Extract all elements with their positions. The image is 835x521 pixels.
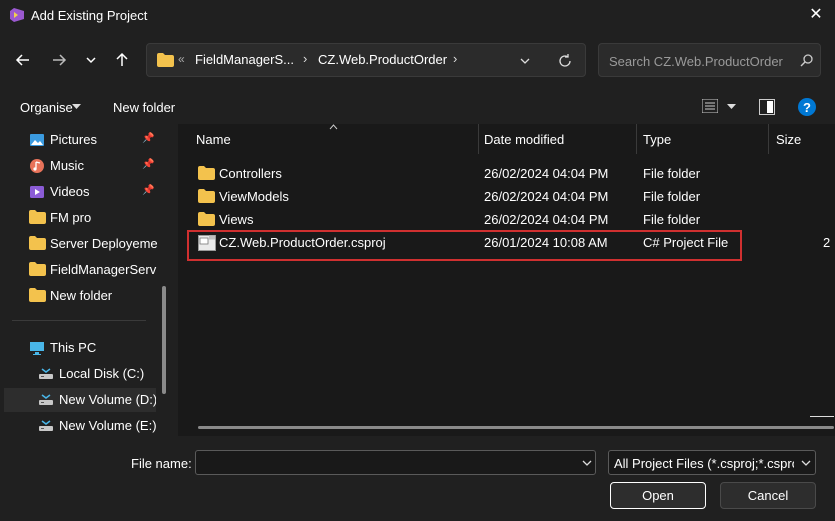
- file-type-filter-select[interactable]: All Project Files (*.csproj;*.csproj: [608, 450, 816, 475]
- file-date-modified: 26/02/2024 04:04 PM: [484, 166, 609, 181]
- search-icon[interactable]: [800, 54, 813, 67]
- address-dropdown-icon[interactable]: [520, 57, 530, 65]
- nav-item-drive[interactable]: Local Disk (C:): [4, 362, 156, 386]
- nav-item-label: Server Deployeme: [50, 236, 158, 251]
- file-date-modified: 26/02/2024 04:04 PM: [484, 212, 609, 227]
- nav-scrollbar-thumb[interactable]: [162, 286, 166, 394]
- visual-studio-icon: [10, 8, 24, 22]
- folder-icon: [198, 212, 215, 226]
- address-bar[interactable]: « FieldManagerS... › CZ.Web.ProductOrder…: [146, 43, 586, 77]
- nav-item[interactable]: Server Deployeme: [0, 232, 160, 256]
- folder-icon: [157, 53, 174, 67]
- drive-icon: [38, 418, 54, 434]
- folder-icon: [29, 236, 46, 252]
- nav-item-drive[interactable]: New Volume (D:): [4, 388, 156, 412]
- chevron-down-icon[interactable]: [72, 104, 81, 110]
- drive-icon: [38, 392, 54, 408]
- help-icon[interactable]: ?: [797, 97, 817, 117]
- pin-icon[interactable]: 📌: [142, 185, 154, 197]
- column-header-date[interactable]: Date modified: [484, 132, 564, 147]
- folder-icon: [29, 288, 46, 304]
- recent-dropdown-icon[interactable]: [79, 48, 103, 72]
- folder-icon: [29, 262, 46, 278]
- dialog-footer: [0, 436, 835, 521]
- back-arrow-icon[interactable]: [11, 48, 35, 72]
- nav-item[interactable]: Videos 📌: [0, 180, 160, 204]
- column-separator[interactable]: [636, 124, 637, 154]
- overflow-chevron[interactable]: «: [178, 52, 185, 66]
- nav-item-label: New Volume (E:): [59, 418, 156, 433]
- nav-item[interactable]: FieldManagerServ: [0, 258, 160, 282]
- search-placeholder: Search CZ.Web.ProductOrder: [609, 54, 783, 69]
- breadcrumb-item[interactable]: FieldManagerS...: [195, 52, 294, 67]
- nav-item-label: New Volume (D:): [59, 392, 156, 407]
- chevron-down-icon[interactable]: [801, 460, 811, 467]
- search-box[interactable]: Search CZ.Web.ProductOrder: [598, 43, 821, 77]
- view-options-icon[interactable]: [702, 99, 718, 113]
- window-title: Add Existing Project: [31, 8, 148, 23]
- open-button[interactable]: Open: [610, 482, 706, 509]
- nav-item-label: New folder: [50, 288, 113, 303]
- horizontal-scrollbar-thumb[interactable]: [198, 426, 834, 429]
- nav-item[interactable]: FM pro: [0, 206, 160, 230]
- nav-item-this-pc[interactable]: This PC: [0, 336, 160, 360]
- file-row[interactable]: Controllers 26/02/2024 04:04 PM File folde…: [190, 162, 835, 185]
- file-row[interactable]: Views 26/02/2024 04:04 PM File folder: [190, 208, 835, 231]
- scroll-edge-mark: [810, 416, 834, 417]
- music-icon: [29, 158, 45, 174]
- pin-icon[interactable]: 📌: [142, 133, 154, 145]
- nav-item[interactable]: Music 📌: [0, 154, 160, 178]
- drive-icon: [38, 366, 54, 382]
- folder-icon: [29, 210, 46, 226]
- column-header-size[interactable]: Size: [776, 132, 801, 147]
- chevron-down-icon[interactable]: [582, 460, 592, 467]
- videos-icon: [29, 184, 45, 200]
- cancel-button[interactable]: Cancel: [720, 482, 816, 509]
- chevron-right-icon[interactable]: ›: [453, 51, 457, 66]
- file-row[interactable]: ViewModels 26/02/2024 04:04 PM File folder: [190, 185, 835, 208]
- file-date-modified: 26/02/2024 04:04 PM: [484, 189, 609, 204]
- selection-highlight-box: [187, 230, 742, 261]
- nav-item-label: FieldManagerServ: [50, 262, 157, 277]
- file-type: File folder: [643, 189, 701, 204]
- pin-icon[interactable]: 📌: [142, 159, 154, 171]
- column-header-name[interactable]: Name: [196, 132, 231, 147]
- new-folder-button[interactable]: New folder: [113, 100, 175, 115]
- nav-divider: [12, 320, 146, 321]
- column-header-type[interactable]: Type: [643, 132, 671, 147]
- computer-icon: [29, 340, 45, 356]
- nav-item[interactable]: Pictures 📌: [0, 128, 160, 152]
- file-name: Controllers: [219, 166, 282, 181]
- folder-icon: [198, 166, 215, 180]
- nav-item-label: This PC: [50, 340, 97, 355]
- up-arrow-icon[interactable]: [110, 48, 134, 72]
- organise-menu[interactable]: Organise: [20, 100, 73, 115]
- nav-item-drive[interactable]: New Volume (E:): [4, 414, 156, 438]
- folder-icon: [198, 189, 215, 203]
- file-name: ViewModels: [219, 189, 289, 204]
- column-separator[interactable]: [768, 124, 769, 154]
- refresh-icon[interactable]: [558, 54, 572, 68]
- breadcrumb-item[interactable]: CZ.Web.ProductOrder: [318, 52, 447, 67]
- svg-text:?: ?: [803, 100, 811, 115]
- file-name-label: File name:: [131, 456, 192, 471]
- file-size: 2: [823, 235, 831, 250]
- nav-item-label: FM pro: [50, 210, 92, 225]
- file-type: File folder: [643, 166, 701, 181]
- nav-item[interactable]: New folder: [0, 284, 160, 308]
- chevron-right-icon[interactable]: ›: [303, 51, 307, 66]
- chevron-down-icon[interactable]: [727, 104, 736, 110]
- forward-arrow-icon[interactable]: [47, 48, 71, 72]
- sort-ascending-icon: [329, 124, 338, 130]
- close-icon[interactable]: ✕: [806, 5, 826, 25]
- file-type-filter-value: All Project Files (*.csproj;*.csproj: [614, 456, 794, 471]
- nav-item-label: Local Disk (C:): [59, 366, 145, 381]
- file-name: Views: [219, 212, 254, 227]
- file-type: File folder: [643, 212, 701, 227]
- file-name-input[interactable]: [195, 450, 596, 475]
- pictures-icon: [29, 132, 45, 148]
- column-separator[interactable]: [478, 124, 479, 154]
- preview-pane-icon[interactable]: [759, 99, 775, 115]
